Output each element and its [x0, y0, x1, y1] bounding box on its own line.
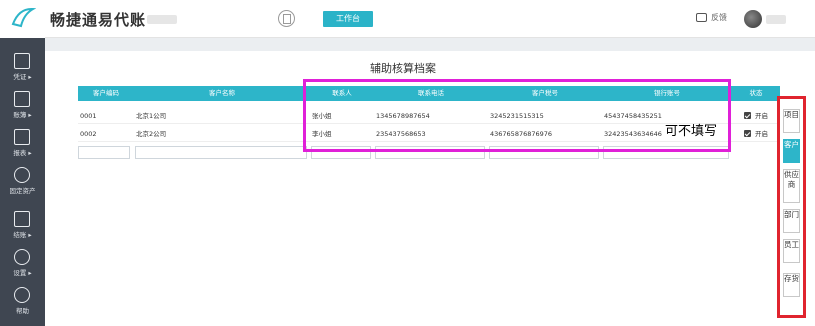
column-header-status: 状态	[749, 89, 763, 97]
sidebar: 凭证 ▸ 账簿 ▸ 报表 ▸ 固定资产 结账 ▸ 设置 ▸ 帮助	[0, 38, 45, 326]
sidebar-item-label: 结账 ▸	[13, 231, 32, 239]
header-strip	[45, 38, 815, 51]
sidebar-item-ledger[interactable]: 账簿 ▸	[0, 88, 45, 124]
optional-fields-highlight	[303, 79, 731, 152]
sidebar-item-help[interactable]: 帮助	[0, 284, 45, 320]
user-name-blurred	[766, 15, 786, 24]
tab-employee[interactable]: 员工	[783, 239, 800, 263]
settings-icon	[14, 249, 30, 265]
cell-name: 北京1公司	[136, 112, 167, 120]
report-icon	[14, 129, 30, 145]
app-title: 畅捷通易代账	[50, 11, 147, 29]
column-header-name: 客户名称	[209, 89, 235, 97]
sidebar-item-label: 固定资产	[9, 187, 36, 195]
cell-status: 开启	[755, 112, 768, 120]
top-bar: 畅捷通易代账 工作台 反馈	[0, 0, 815, 38]
chat-icon	[696, 13, 707, 22]
voucher-icon	[14, 53, 30, 69]
sidebar-item-voucher[interactable]: 凭证 ▸	[0, 50, 45, 86]
cell-status: 开启	[755, 130, 768, 138]
feedback-label: 反馈	[711, 13, 727, 22]
tab-supplier[interactable]: 供应商	[783, 169, 800, 203]
tab-inventory[interactable]: 存货	[783, 273, 800, 297]
status-checkbox[interactable]	[744, 130, 751, 137]
logo	[0, 0, 45, 38]
help-icon	[14, 287, 30, 303]
avatar[interactable]	[744, 10, 762, 28]
column-header-code: 客户编码	[93, 89, 119, 97]
name-input[interactable]	[135, 146, 307, 159]
fixed-asset-icon	[14, 167, 30, 183]
code-input[interactable]	[78, 146, 130, 159]
tab-project[interactable]: 项目	[783, 109, 800, 133]
tab-department[interactable]: 部门	[783, 209, 800, 233]
cell-code: 0002	[80, 130, 97, 138]
status-checkbox[interactable]	[744, 112, 751, 119]
sidebar-item-settings[interactable]: 设置 ▸	[0, 246, 45, 282]
workbench-button[interactable]: 工作台	[323, 11, 373, 27]
sidebar-item-fixed-asset[interactable]: 固定资产	[0, 164, 45, 200]
optional-note: 可不填写	[665, 124, 718, 139]
page-title: 辅助核算档案	[370, 62, 436, 75]
sidebar-item-closing[interactable]: 结账 ▸	[0, 208, 45, 244]
account-name-blurred	[147, 15, 177, 24]
ledger-icon	[14, 91, 30, 107]
sidebar-item-label: 报表 ▸	[13, 149, 32, 157]
closing-icon	[14, 211, 30, 227]
logo-icon	[11, 7, 36, 28]
category-tabs-panel: 项目 客户 供应商 部门 员工 存货	[777, 96, 806, 318]
feedback-link[interactable]: 反馈	[696, 12, 727, 23]
sidebar-item-report[interactable]: 报表 ▸	[0, 126, 45, 162]
tab-customer[interactable]: 客户	[783, 139, 800, 163]
sidebar-item-label: 设置 ▸	[13, 269, 32, 277]
document-icon[interactable]	[278, 10, 295, 27]
sidebar-item-label: 帮助	[16, 307, 29, 315]
sidebar-item-label: 凭证 ▸	[13, 73, 32, 81]
cell-code: 0001	[80, 112, 97, 120]
app-window: 畅捷通易代账 工作台 反馈 凭证 ▸ 账簿 ▸ 报表 ▸ 固定资产 结账 ▸ 设…	[0, 0, 815, 326]
sidebar-item-label: 账簿 ▸	[13, 111, 32, 119]
cell-name: 北京2公司	[136, 130, 167, 138]
